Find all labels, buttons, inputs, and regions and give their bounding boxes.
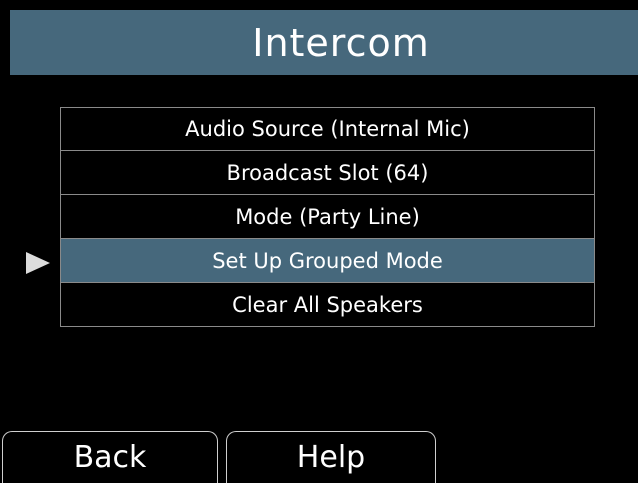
menu-item-label: Broadcast Slot (64) bbox=[226, 160, 429, 185]
help-button[interactable]: Help bbox=[226, 431, 436, 483]
help-button-label: Help bbox=[296, 440, 366, 475]
selection-pointer-icon bbox=[26, 252, 50, 274]
page-title: Intercom bbox=[252, 20, 430, 65]
menu-item-clear-all-speakers[interactable]: Clear All Speakers bbox=[60, 283, 595, 327]
menu-list: Audio Source (Internal Mic) Broadcast Sl… bbox=[60, 107, 595, 327]
back-button[interactable]: Back bbox=[2, 431, 218, 483]
menu-item-label: Mode (Party Line) bbox=[235, 204, 420, 229]
back-button-label: Back bbox=[73, 440, 147, 475]
menu-item-audio-source[interactable]: Audio Source (Internal Mic) bbox=[60, 107, 595, 151]
menu-item-mode[interactable]: Mode (Party Line) bbox=[60, 195, 595, 239]
menu-item-label: Set Up Grouped Mode bbox=[212, 248, 443, 273]
title-bar: Intercom bbox=[10, 10, 638, 75]
menu-item-label: Clear All Speakers bbox=[232, 292, 423, 317]
menu-item-set-up-grouped-mode[interactable]: Set Up Grouped Mode bbox=[60, 239, 595, 283]
menu-item-broadcast-slot[interactable]: Broadcast Slot (64) bbox=[60, 151, 595, 195]
device-screen: Intercom Audio Source (Internal Mic) Bro… bbox=[10, 10, 638, 483]
menu-item-label: Audio Source (Internal Mic) bbox=[185, 117, 470, 141]
